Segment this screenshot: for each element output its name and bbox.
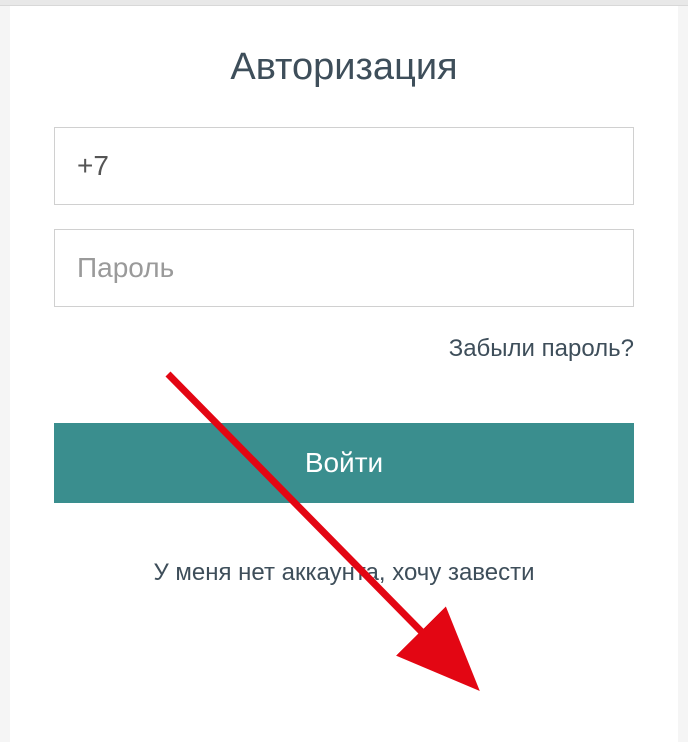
login-button[interactable]: Войти xyxy=(54,423,634,503)
login-card: Авторизация Забыли пароль? Войти У меня … xyxy=(10,6,678,742)
register-link[interactable]: У меня нет аккаунта, хочу завести xyxy=(54,559,634,587)
phone-input[interactable] xyxy=(54,127,634,205)
forgot-password-link[interactable]: Забыли пароль? xyxy=(54,335,634,363)
page-title: Авторизация xyxy=(54,46,634,89)
annotation-arrow-icon xyxy=(160,366,520,706)
password-input[interactable] xyxy=(54,229,634,307)
